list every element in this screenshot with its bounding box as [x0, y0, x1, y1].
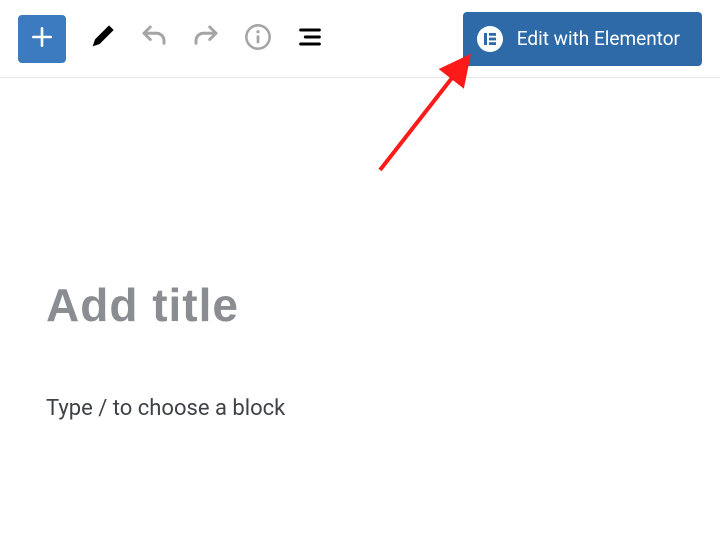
edit-with-elementor-label: Edit with Elementor — [517, 27, 680, 50]
redo-button[interactable] — [182, 15, 230, 63]
default-block-input[interactable]: Type / to choose a block — [46, 396, 674, 421]
plus-icon — [29, 24, 55, 53]
redo-icon — [191, 22, 221, 55]
info-button[interactable] — [234, 15, 282, 63]
list-icon — [296, 23, 324, 54]
elementor-icon — [477, 26, 503, 52]
tools-button[interactable] — [78, 15, 126, 63]
info-icon — [244, 23, 272, 54]
post-title-input[interactable]: Add title — [46, 278, 674, 332]
add-block-button[interactable] — [18, 15, 66, 63]
pencil-icon — [88, 23, 116, 54]
edit-with-elementor-button[interactable]: Edit with Elementor — [463, 12, 702, 66]
undo-button[interactable] — [130, 15, 178, 63]
outline-button[interactable] — [286, 15, 334, 63]
undo-icon — [139, 22, 169, 55]
editor-canvas: Add title Type / to choose a block — [0, 78, 720, 421]
editor-toolbar: Edit with Elementor — [0, 0, 720, 78]
